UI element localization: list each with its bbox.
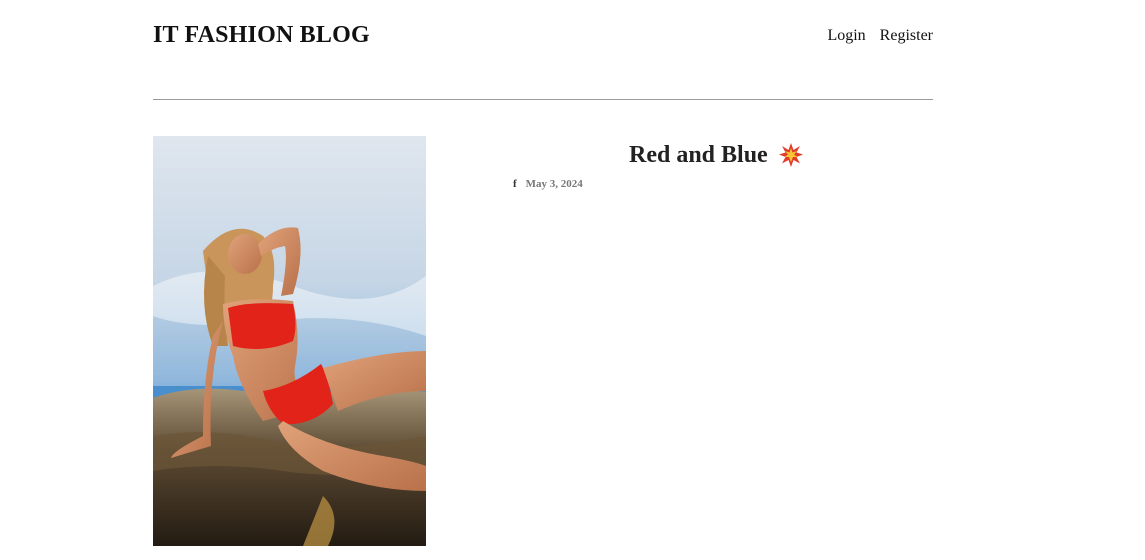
collision-burst-icon	[778, 142, 804, 168]
facebook-icon[interactable]: f	[513, 177, 517, 191]
post-date: May 3, 2024	[525, 178, 583, 190]
post-photo[interactable]	[153, 136, 426, 546]
post-title[interactable]: Red and Blue	[629, 140, 804, 170]
auth-nav: Login Register	[827, 26, 933, 46]
post-photo-image	[153, 136, 426, 546]
page: IT FASHION BLOG Login Register Red and B…	[0, 0, 1145, 560]
register-link[interactable]: Register	[880, 26, 933, 46]
header-divider	[153, 99, 933, 100]
login-link[interactable]: Login	[827, 26, 865, 46]
post-title-text: Red and Blue	[629, 142, 768, 168]
post-meta: f May 3, 2024	[513, 177, 583, 191]
site-title[interactable]: IT FASHION BLOG	[153, 20, 370, 50]
